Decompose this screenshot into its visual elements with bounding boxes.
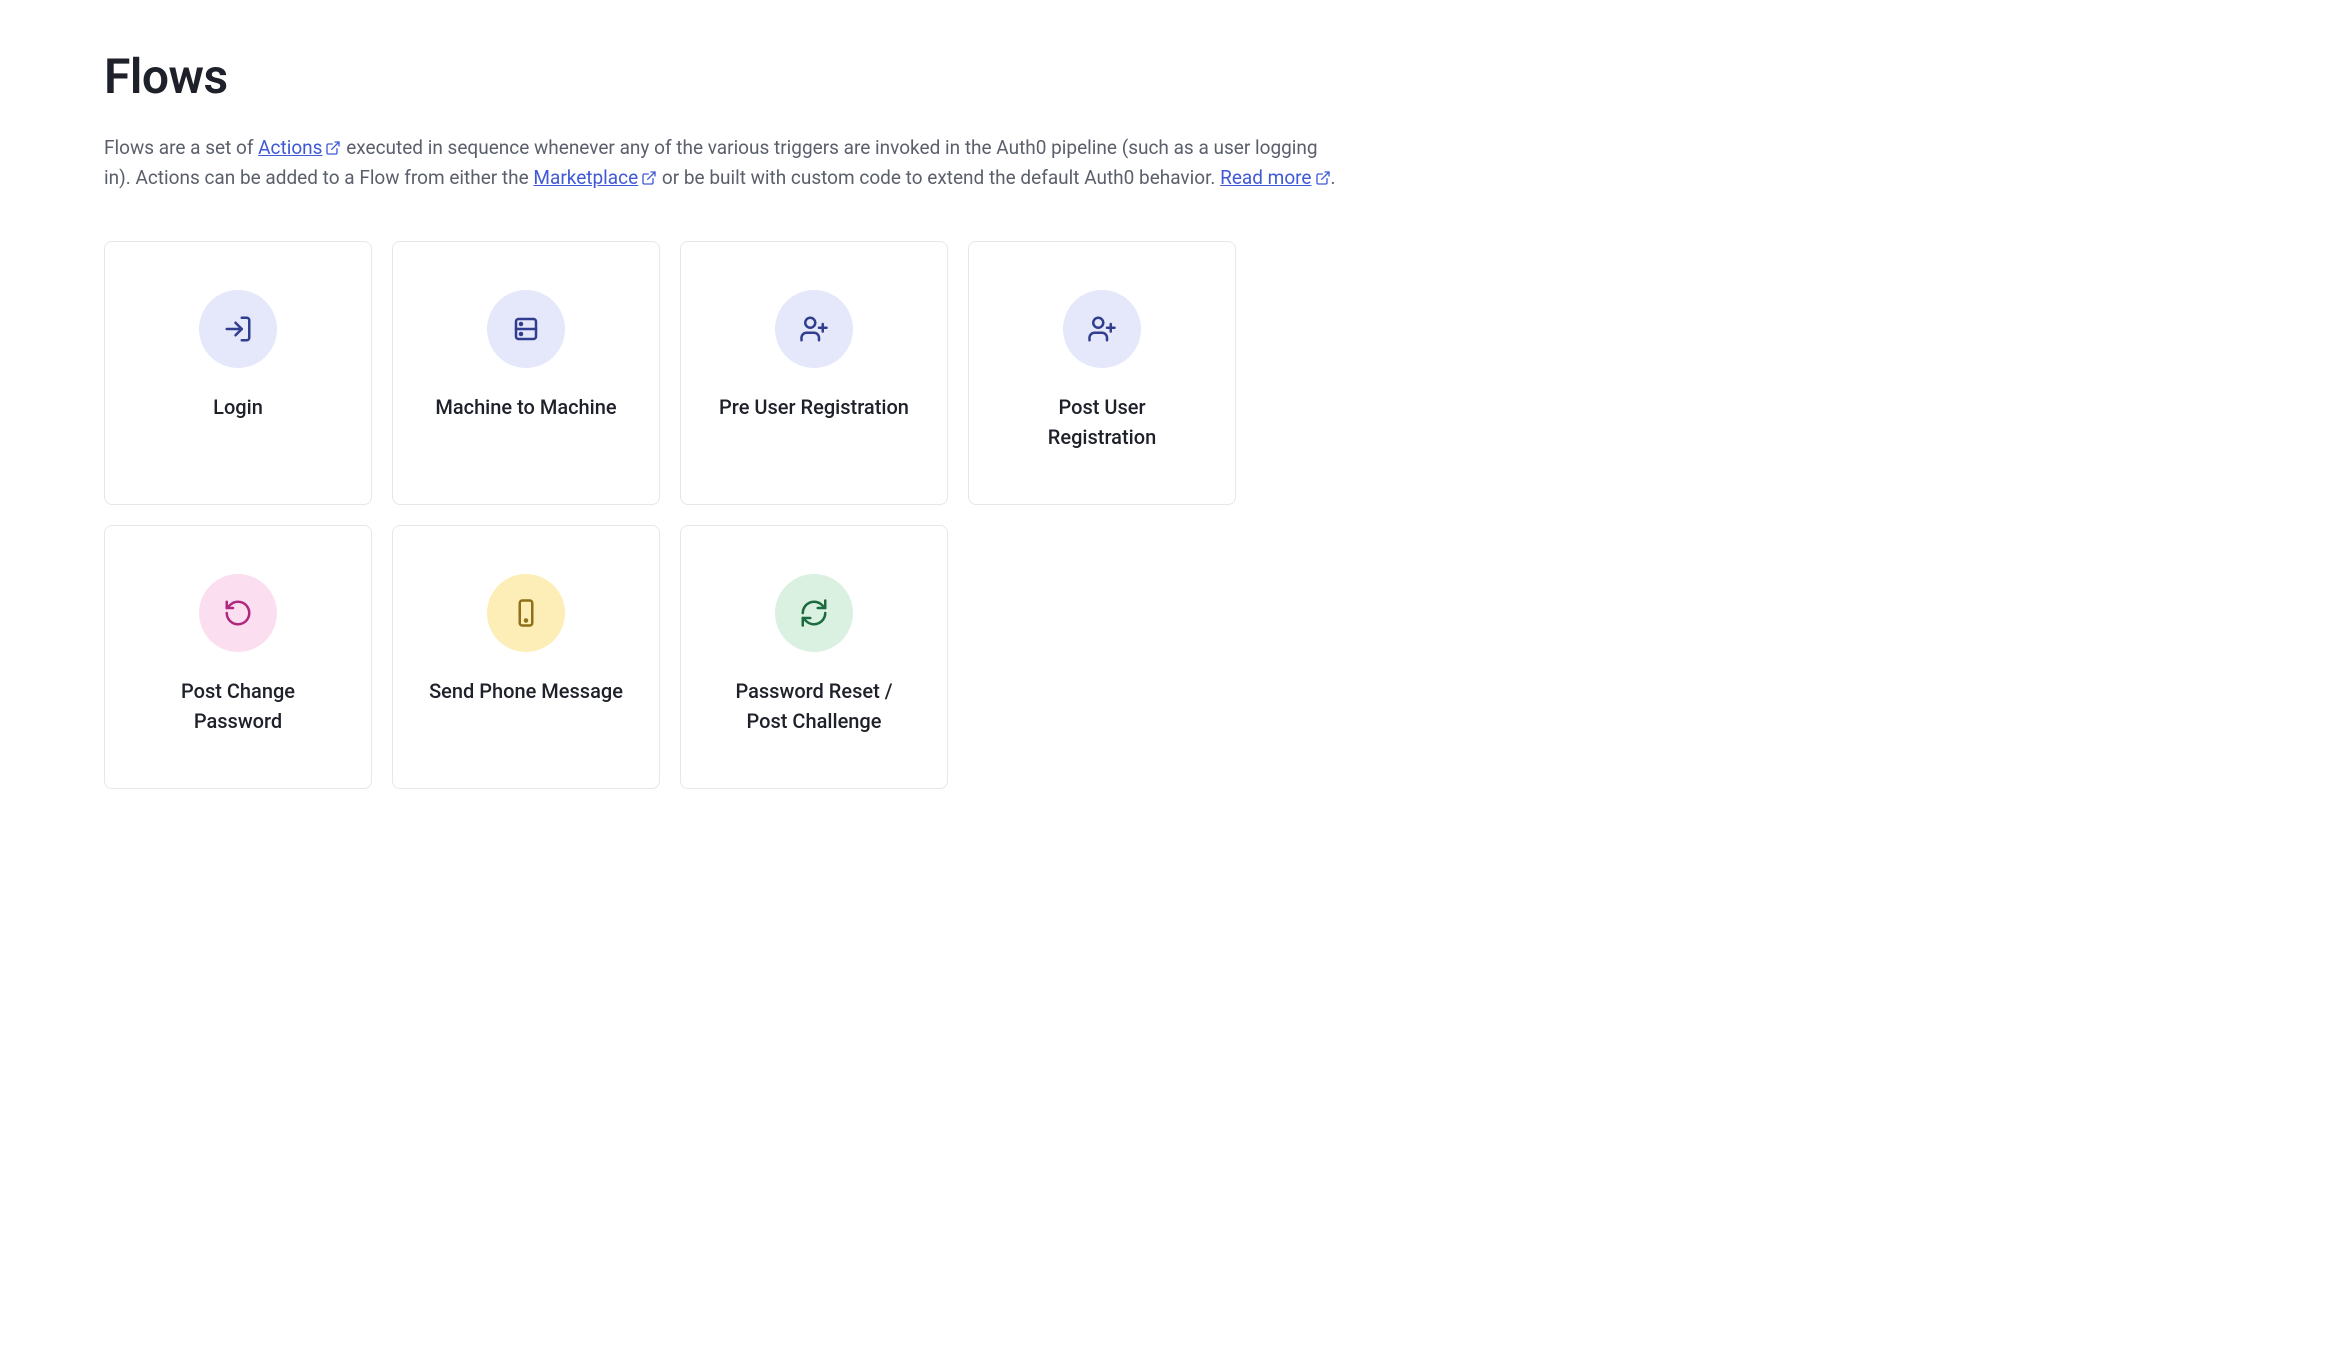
read-more-link[interactable]: Read more — [1220, 166, 1330, 189]
user-plus-icon — [775, 290, 853, 368]
flow-card-send-phone-message[interactable]: Send Phone Message — [392, 525, 660, 789]
flow-card-label: Login — [213, 392, 263, 422]
flow-card-label: Post Change Password — [138, 676, 338, 736]
description-text: Flows are a set of — [104, 136, 258, 159]
flow-card-login[interactable]: Login — [104, 241, 372, 505]
flow-card-machine-to-machine[interactable]: Machine to Machine — [392, 241, 660, 505]
description-text: or be built with custom code to extend t… — [662, 166, 1220, 189]
page-title: Flows — [104, 48, 2240, 105]
flow-card-label: Password Reset / Post Challenge — [714, 676, 914, 736]
login-icon — [199, 290, 277, 368]
flow-card-label: Machine to Machine — [435, 392, 616, 422]
rotate-icon — [199, 574, 277, 652]
refresh-icon — [775, 574, 853, 652]
flow-card-label: Send Phone Message — [429, 676, 623, 706]
flow-card-post-user-registration[interactable]: Post User Registration — [968, 241, 1236, 505]
flow-cards-grid: Login Machine to Machine Pre User Regist… — [104, 241, 2240, 789]
external-link-icon — [325, 140, 341, 156]
flow-card-label: Pre User Registration — [719, 392, 909, 422]
flow-card-label: Post User Registration — [1002, 392, 1202, 452]
page-description: Flows are a set of Actions executed in s… — [104, 133, 1344, 193]
description-text: . — [1331, 166, 1336, 189]
server-icon — [487, 290, 565, 368]
flow-card-password-reset-post-challenge[interactable]: Password Reset / Post Challenge — [680, 525, 948, 789]
external-link-icon — [641, 170, 657, 186]
actions-link[interactable]: Actions — [258, 136, 341, 159]
marketplace-link[interactable]: Marketplace — [533, 166, 657, 189]
phone-icon — [487, 574, 565, 652]
external-link-icon — [1315, 170, 1331, 186]
flow-card-pre-user-registration[interactable]: Pre User Registration — [680, 241, 948, 505]
flow-card-post-change-password[interactable]: Post Change Password — [104, 525, 372, 789]
user-plus-icon — [1063, 290, 1141, 368]
